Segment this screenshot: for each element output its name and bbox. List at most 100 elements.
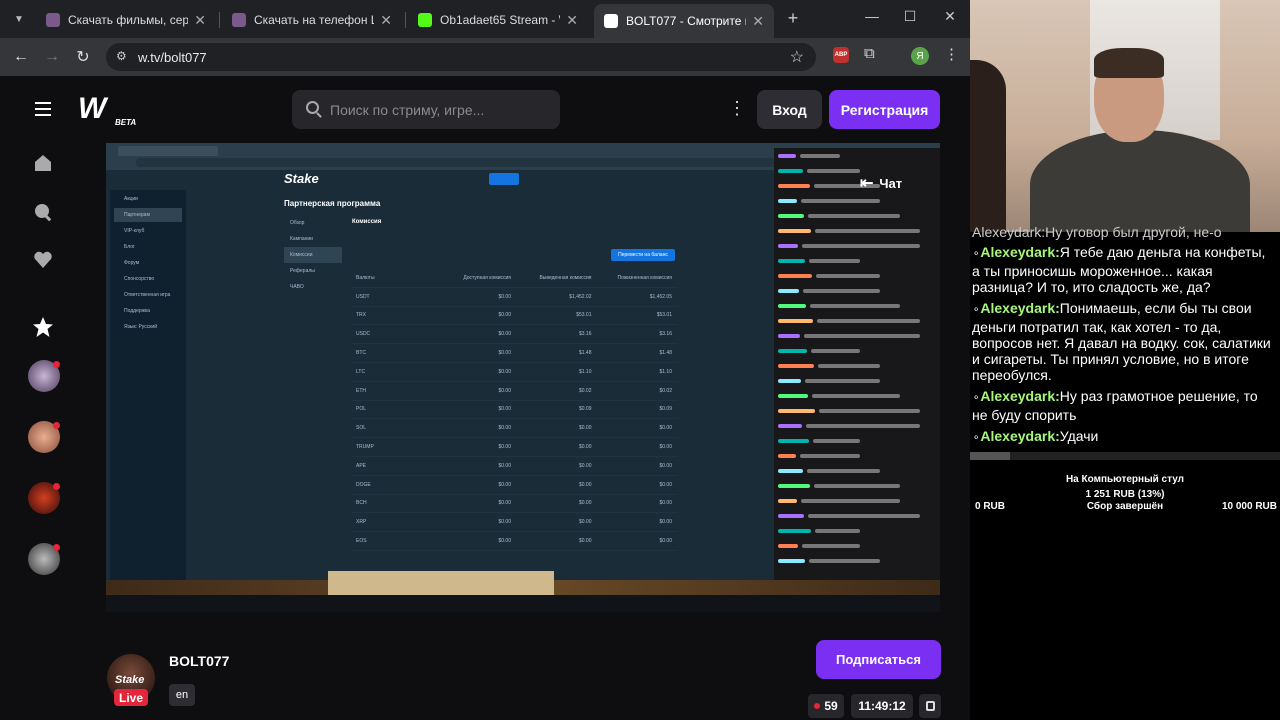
menu-icon[interactable] [35, 102, 51, 120]
video-sidebar-item: Поддержка [124, 308, 151, 314]
extensions-icon[interactable]: ⧉ [864, 45, 875, 62]
stake-logo: Stake [284, 171, 319, 186]
donation-goal-title: На Компьютерный стул [1065, 474, 1185, 485]
video-submenu-item: Рефералы [290, 268, 315, 274]
table-row: XRP $0.00 $0.00 $0.00 [352, 513, 678, 533]
tab-search-icon[interactable]: ▼ [8, 8, 30, 30]
chat-message: ⚬Alexeydark:Ну раз грамотное решение, то… [972, 388, 1258, 423]
back-icon[interactable]: ← [10, 46, 32, 68]
language-tag[interactable]: en [169, 684, 195, 706]
browser-tab-active[interactable]: BOLT077 - Смотрите в Ла ✕ [594, 4, 774, 38]
video-page-title: Партнерская программа [284, 199, 381, 208]
subscribe-button[interactable]: Подписаться [816, 640, 941, 679]
video-submenu-item: ЧАВО [290, 284, 304, 290]
video-chat-line [778, 179, 936, 193]
table-row: BTC $0.00 $1.48 $1.48 [352, 344, 678, 363]
chat-toggle-button[interactable]: ⇤ Чат [860, 173, 902, 193]
video-chat-line [778, 194, 936, 208]
video-stake-sidebar: Акции Партнерам VIP-клуб Блог Форум Спон… [110, 190, 186, 580]
tab-bar: ▼ Скачать фильмы, сериалы ✕ Скачать на т… [0, 0, 970, 38]
video-sidebar-item: Язык: Русский [124, 324, 158, 330]
video-sidebar-item: VIP-клуб [124, 228, 145, 234]
donation-progress-strip [970, 452, 1280, 460]
donation-goal-amount: 1 251 RUB (13%) [1085, 489, 1165, 500]
search-icon[interactable] [32, 201, 54, 223]
video-chat-line [778, 314, 936, 328]
live-dot [53, 422, 60, 429]
video-stake-main: Партнерская программа [284, 199, 674, 208]
search-input[interactable]: Поиск по стриму, игре... [292, 90, 560, 129]
browser-tab[interactable]: Ob1adaet65 Stream - Watc ✕ [408, 6, 588, 34]
reload-icon[interactable]: ↻ [72, 46, 94, 68]
live-badge: Live [114, 689, 148, 706]
url-text: w.tv/bolt077 [138, 50, 207, 65]
forward-icon[interactable]: → [41, 46, 63, 68]
chat-message: ⚬Alexeydark:Удачи [972, 428, 1099, 444]
donation-goal-max: 10 000 RUB [1221, 501, 1277, 512]
new-tab-icon[interactable]: + [783, 8, 803, 29]
chat-message: ⚬Alexeydark:Понимаешь, если бы ты свои д… [972, 300, 1271, 383]
overlay-chat: Alexeydark:Ну уговор был другой, не-о ⚬A… [970, 224, 1280, 454]
maximize-icon[interactable]: ☐ [900, 8, 920, 25]
video-chat-line [778, 224, 936, 238]
collapse-arrow-icon: ⇤ [860, 175, 874, 192]
adblock-extension-icon[interactable]: ABP [833, 47, 849, 63]
logo-beta-label: BETA [115, 118, 137, 127]
video-sidebar-item: Акции [124, 196, 138, 202]
close-window-icon[interactable]: ✕ [940, 8, 960, 25]
table-row: ETH $0.00 $0.02 $0.02 [352, 382, 678, 401]
video-sidebar-item: Спонсорство [124, 276, 155, 282]
video-chat-line [778, 239, 936, 253]
table-row: DOGE $0.00 $0.00 $0.00 [352, 476, 678, 495]
close-tab-icon[interactable]: ✕ [752, 13, 764, 30]
site-page: W BETA Поиск по стриму, игре... ⋮ Вход Р… [0, 76, 970, 720]
site-logo[interactable]: W [78, 92, 106, 126]
address-toolbar: ← → ↻ ⚙ w.tv/bolt077 ☆ [0, 38, 970, 76]
video-chat-line [778, 284, 936, 298]
login-button[interactable]: Вход [757, 90, 822, 129]
video-chat-line [778, 434, 936, 448]
table-row: TRUMP $0.00 $0.00 $0.00 [352, 438, 678, 457]
video-chat-line [778, 359, 936, 373]
close-tab-icon[interactable]: ✕ [566, 12, 578, 29]
viewer-count-value: 59 [824, 699, 838, 713]
browser-menu-icon[interactable]: ⋮ [944, 45, 959, 63]
table-row: EOS $0.00 $0.00 $0.00 [352, 532, 678, 551]
video-chat-panel [774, 148, 940, 580]
video-chat-line [778, 374, 936, 388]
profile-avatar[interactable]: Я [911, 47, 929, 65]
video-chat-line [778, 149, 936, 163]
close-tab-icon[interactable]: ✕ [380, 12, 392, 29]
channel-name[interactable]: BOLT077 [169, 653, 229, 669]
heart-icon[interactable] [32, 249, 54, 271]
browser-tab[interactable]: Скачать фильмы, сериалы ✕ [36, 6, 216, 34]
video-chat-line [778, 449, 936, 463]
bookmark-star-icon[interactable]: ☆ [790, 47, 804, 67]
table-row: APE $0.00 $0.00 $0.00 [352, 457, 678, 476]
star-icon[interactable] [32, 316, 54, 338]
live-dot [53, 544, 60, 551]
video-chat-line [778, 209, 936, 223]
more-options-icon[interactable]: ⋮ [728, 98, 746, 119]
video-section-title: Комиссия [352, 219, 382, 225]
video-player[interactable]: Stake Акции Партнерам VIP-клуб Блог Фору… [106, 143, 940, 612]
copy-icon[interactable] [919, 694, 941, 718]
register-button[interactable]: Регистрация [829, 90, 940, 129]
address-bar[interactable]: ⚙ w.tv/bolt077 ☆ [106, 43, 816, 71]
search-icon [306, 101, 319, 114]
home-icon[interactable] [32, 152, 54, 174]
video-chat-line [778, 254, 936, 268]
donation-progress-fill [970, 452, 1011, 460]
table-row: SOL $0.00 $0.00 $0.00 [352, 419, 678, 439]
video-sidebar-item: Партнерам [114, 208, 182, 222]
tab-favicon-icon [46, 13, 60, 27]
video-chat-line [778, 269, 936, 283]
site-info-icon[interactable]: ⚙ [116, 49, 127, 63]
video-chat-line [778, 389, 936, 403]
browser-tab[interactable]: Скачать на телефон Цикл ✕ [222, 6, 402, 34]
minimize-icon[interactable]: — [862, 8, 882, 24]
table-row: USDC $0.00 $3.16 $3.16 [352, 325, 678, 345]
table-row: TRX $0.00 $53.01 $53.01 [352, 307, 678, 326]
video-stake-nav [106, 170, 770, 190]
close-tab-icon[interactable]: ✕ [194, 12, 206, 29]
